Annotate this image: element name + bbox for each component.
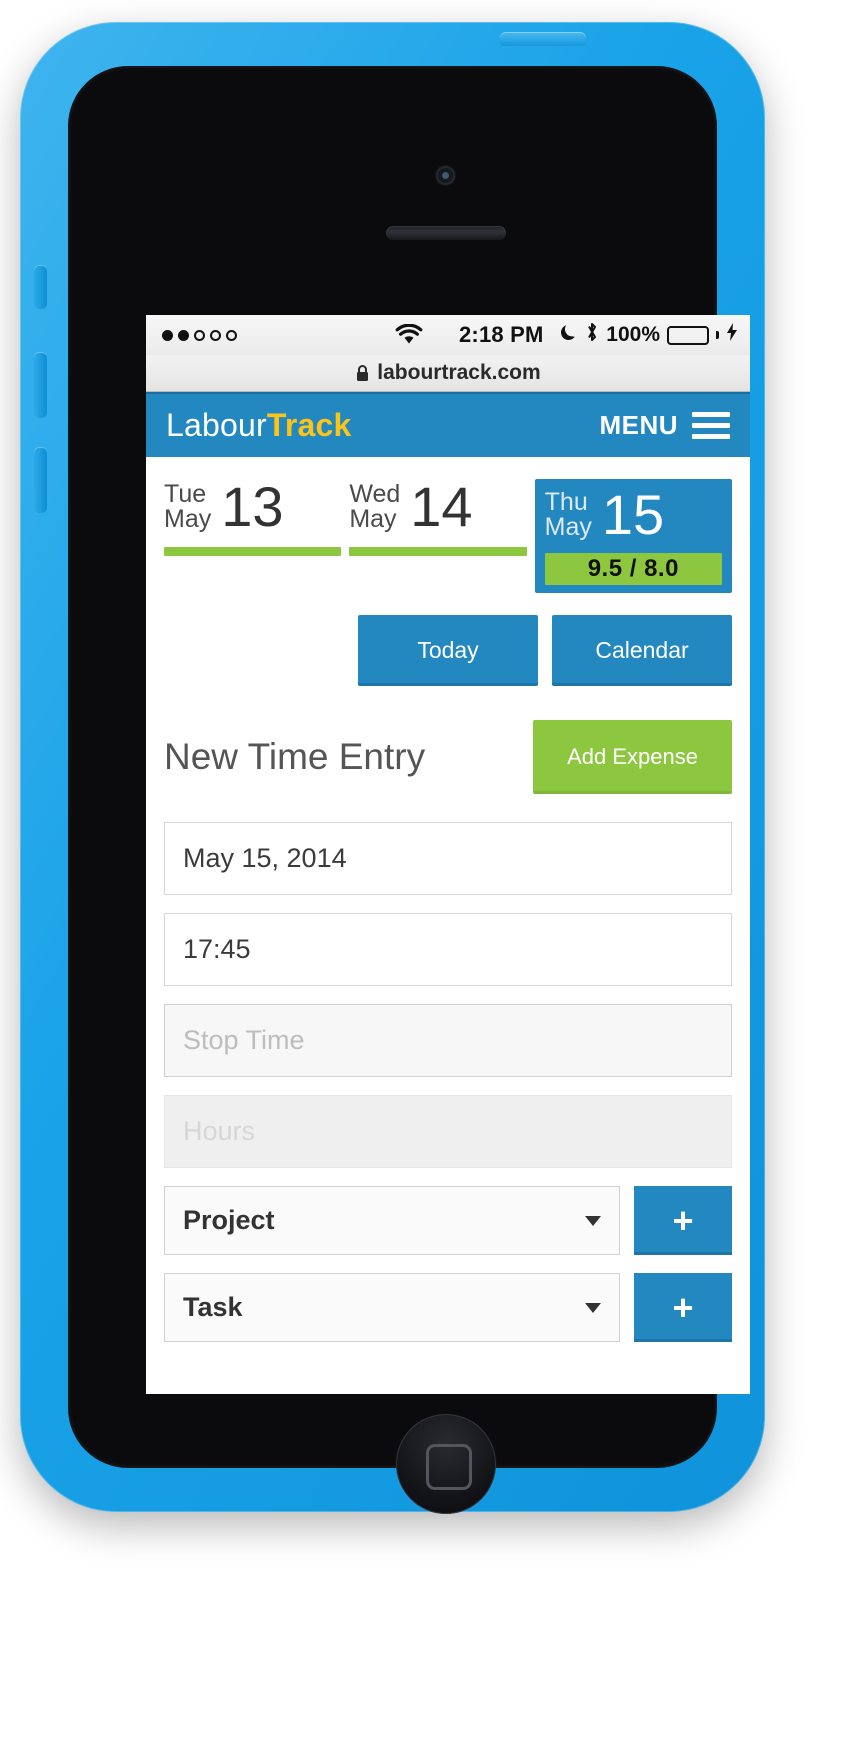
brand-name-part2: Track xyxy=(266,407,352,443)
menu-label: MENU xyxy=(599,410,678,440)
menu-button[interactable]: MENU xyxy=(599,410,730,441)
date-day-number: 15 xyxy=(601,483,665,546)
today-button[interactable]: Today xyxy=(358,615,538,686)
camera-lens xyxy=(442,172,449,179)
date-card-wed-14[interactable]: Wed May 14 xyxy=(349,475,527,593)
add-expense-button[interactable]: Add Expense xyxy=(533,720,732,794)
date-status-bar-green xyxy=(349,547,527,556)
date-weekday-month: Thu May xyxy=(545,490,592,540)
earpiece-speaker xyxy=(386,226,506,240)
stop-time-field[interactable]: Stop Time xyxy=(164,1004,732,1077)
phone-screen: 2:18 PM 100% labourtrack.com LabourTrack… xyxy=(146,315,750,1394)
brand-name-part1: Labour xyxy=(166,407,267,443)
hamburger-icon[interactable] xyxy=(692,412,730,439)
calendar-button[interactable]: Calendar xyxy=(552,615,732,686)
add-project-button[interactable]: + xyxy=(634,1186,732,1255)
date-card-tue-13[interactable]: Tue May 13 xyxy=(164,475,342,593)
hours-field[interactable]: Hours xyxy=(164,1095,732,1168)
date-month: May xyxy=(349,505,397,533)
moon-icon xyxy=(559,322,578,348)
date-status-bar-green xyxy=(164,547,342,556)
power-button[interactable] xyxy=(500,32,586,46)
battery-icon xyxy=(667,325,709,345)
date-month: May xyxy=(164,505,212,533)
battery-cap xyxy=(716,331,719,339)
app-logo[interactable]: LabourTrack xyxy=(166,407,351,444)
time-entry-form: May 15, 2014 17:45 Stop Time Hours Proje… xyxy=(146,794,750,1342)
chevron-down-icon xyxy=(585,1302,601,1313)
silent-switch[interactable] xyxy=(34,265,47,309)
bluetooth-icon xyxy=(585,321,599,349)
date-month: May xyxy=(544,513,592,541)
date-weekday-month: Tue May xyxy=(164,482,211,532)
app-header: LabourTrack MENU xyxy=(146,392,750,457)
hours-logged-badge: 9.5 / 8.0 xyxy=(544,553,722,585)
front-camera-icon xyxy=(436,166,455,185)
wifi-icon xyxy=(395,324,423,346)
project-row: Project + xyxy=(164,1186,732,1255)
date-strip: Tue May 13 Wed May 14 Thu May 15 9.5 / 8… xyxy=(146,457,750,593)
task-select[interactable]: Task xyxy=(164,1273,620,1342)
browser-url-bar[interactable]: labourtrack.com xyxy=(146,355,750,392)
task-row: Task + xyxy=(164,1273,732,1342)
section-header: New Time Entry Add Expense xyxy=(146,686,750,794)
home-button-square-icon xyxy=(426,1444,472,1490)
url-text: labourtrack.com xyxy=(377,361,541,384)
project-select[interactable]: Project xyxy=(164,1186,620,1255)
phone-bezel: 2:18 PM 100% labourtrack.com LabourTrack… xyxy=(68,66,750,1514)
date-day-number: 14 xyxy=(410,475,473,538)
date-card-thu-15-selected[interactable]: Thu May 15 9.5 / 8.0 xyxy=(534,479,732,593)
ios-status-bar: 2:18 PM 100% xyxy=(146,315,750,355)
battery-percent-label: 100% xyxy=(606,323,660,346)
task-select-label: Task xyxy=(183,1292,243,1322)
volume-down-button[interactable] xyxy=(34,447,47,513)
lightning-bolt-icon xyxy=(726,322,738,348)
home-button[interactable] xyxy=(396,1414,496,1514)
date-nav-buttons: Today Calendar xyxy=(146,593,750,686)
date-weekday: Wed xyxy=(349,480,401,508)
volume-up-button[interactable] xyxy=(34,352,47,418)
lock-icon xyxy=(355,364,370,383)
date-weekday: Thu xyxy=(544,488,588,516)
status-bar-clock: 2:18 PM xyxy=(459,322,544,347)
add-task-button[interactable]: + xyxy=(634,1273,732,1342)
date-weekday-month: Wed May xyxy=(349,482,400,532)
project-select-label: Project xyxy=(183,1205,275,1235)
page-title: New Time Entry xyxy=(164,736,426,777)
date-weekday: Tue xyxy=(164,480,207,508)
start-time-field[interactable]: 17:45 xyxy=(164,913,732,986)
date-day-number: 13 xyxy=(221,475,284,538)
status-bar-right-group: 100% xyxy=(559,321,738,349)
signal-strength-icon xyxy=(162,329,237,341)
phone-device: 2:18 PM 100% labourtrack.com LabourTrack… xyxy=(20,22,765,1514)
entry-date-field[interactable]: May 15, 2014 xyxy=(164,822,732,895)
chevron-down-icon xyxy=(585,1215,601,1226)
